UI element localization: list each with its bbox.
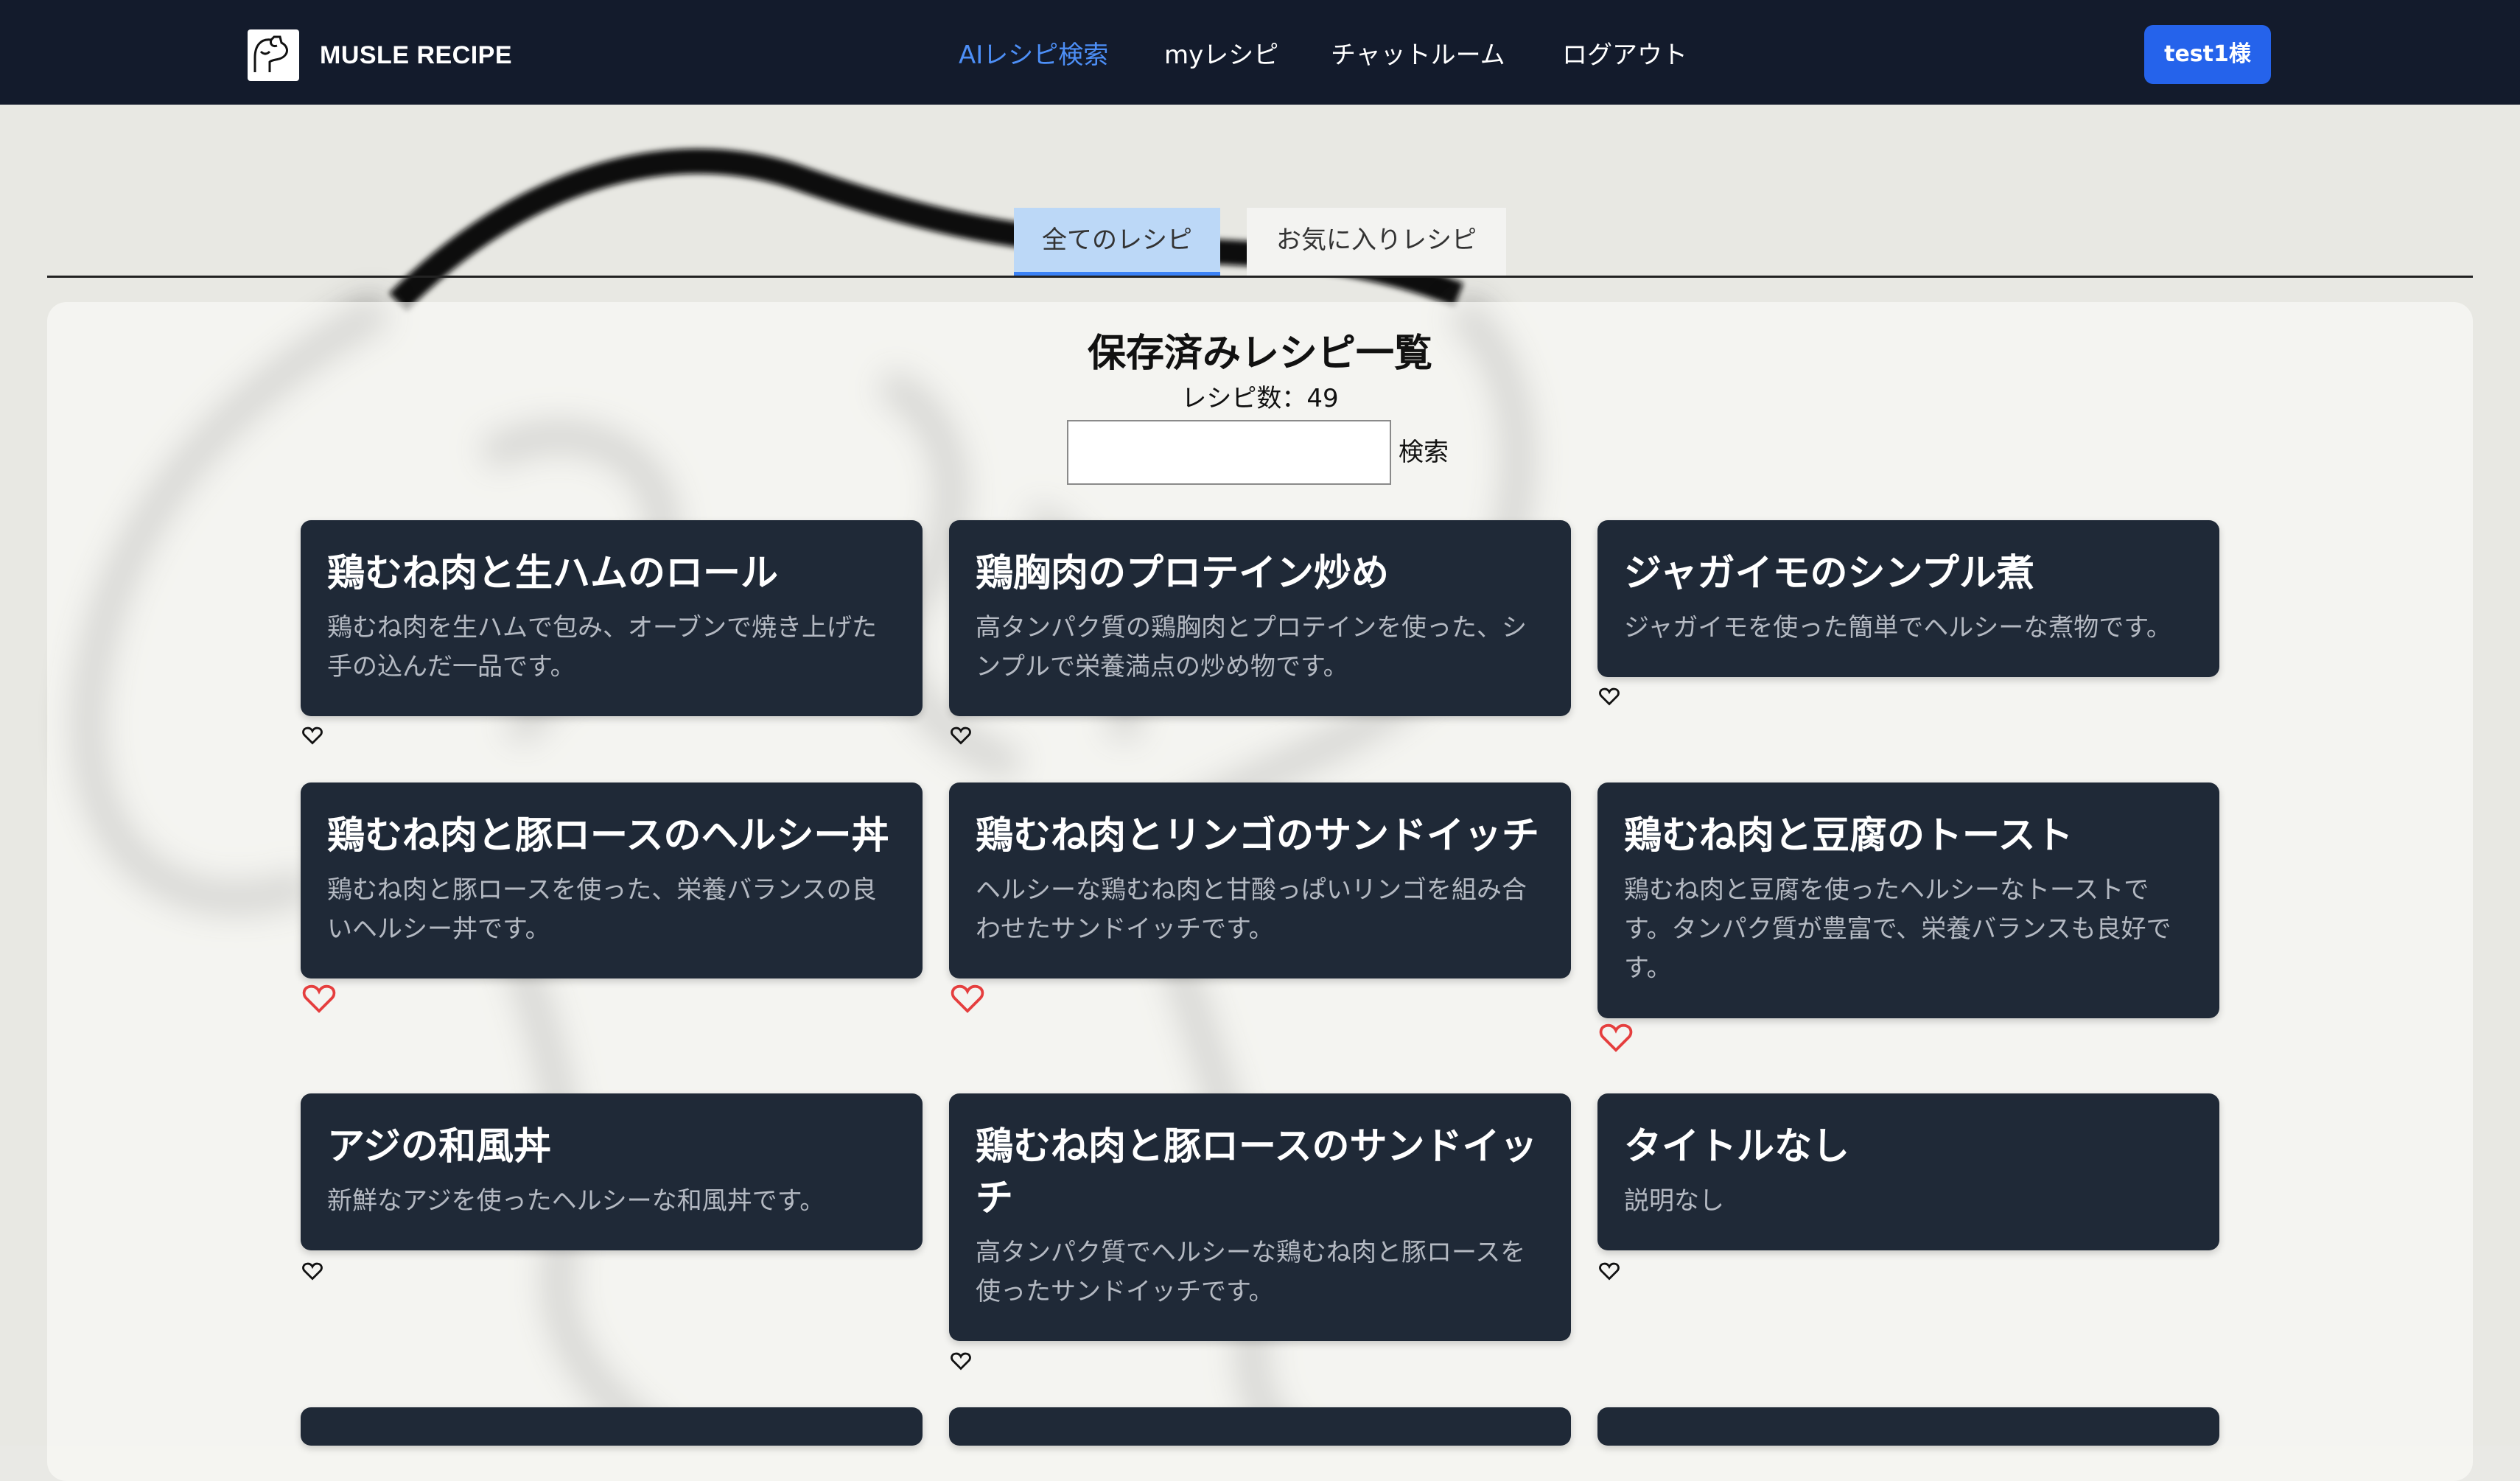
heart-icon-favorited[interactable] — [302, 983, 336, 1014]
tab-all-recipes[interactable]: 全てのレシピ — [1014, 208, 1220, 276]
recipe-card-partial[interactable] — [1597, 1407, 2219, 1446]
recipe-title: ジャガイモのシンプル煮 — [1624, 552, 2034, 595]
heart-icon-favorited[interactable] — [951, 983, 984, 1014]
heart-icon[interactable] — [951, 726, 971, 745]
recipe-description: 高タンパク質でヘルシーな鶏むね肉と豚ロースを使ったサンドイッチです。 — [976, 1238, 1526, 1306]
recipe-count: レシピ数：49 — [1181, 384, 1339, 413]
heart-icon[interactable] — [1599, 1261, 1620, 1281]
top-navbar: MUSLE RECIPE AIレシピ検索 myレシピ チャットルーム ログアウト… — [0, 0, 2520, 105]
recipe-title: 鶏むね肉と豚ロースのサンドイッチ — [976, 1125, 1538, 1220]
recipe-card[interactable]: 鶏むね肉と豚ロースのヘルシー丼 鶏むね肉と豚ロースを使った、栄養バランスの良いヘ… — [301, 782, 923, 978]
recipe-card[interactable]: 鶏むね肉と豆腐のトースト 鶏むね肉と豆腐を使ったヘルシーなトーストです。タンパク… — [1597, 782, 2219, 1018]
recipe-description: 新鮮なアジを使ったヘルシーな和風丼です。 — [327, 1186, 825, 1216]
recipe-card[interactable]: 鶏むね肉と生ハムのロール 鶏むね肉を生ハムで包み、オーブンで焼き上げた手の込んだ… — [301, 520, 923, 716]
search-input[interactable] — [1067, 420, 1391, 485]
recipe-title: タイトルなし — [1624, 1125, 1850, 1169]
flexing-arm-icon[interactable] — [248, 29, 299, 81]
recipe-card[interactable]: ジャガイモのシンプル煮 ジャガイモを使った簡単でヘルシーな煮物です。 — [1597, 520, 2219, 677]
nav-link-ai-recipe-search[interactable]: AIレシピ検索 — [959, 37, 1108, 74]
heart-icon[interactable] — [951, 1351, 971, 1370]
recipe-description: ジャガイモを使った簡単でヘルシーな煮物です。 — [1624, 613, 2171, 643]
tab-divider — [47, 276, 2473, 278]
heart-icon[interactable] — [1599, 687, 1620, 706]
recipe-description: 説明なし — [1624, 1186, 1724, 1216]
recipe-card-partial[interactable] — [301, 1407, 923, 1446]
recipe-description: 高タンパク質の鶏胸肉とプロテインを使った、シンプルで栄養満点の炒め物です。 — [976, 613, 1527, 682]
heart-icon-favorited[interactable] — [1599, 1022, 1633, 1053]
recipe-card[interactable]: 鶏胸肉のプロテイン炒め 高タンパク質の鶏胸肉とプロテインを使った、シンプルで栄養… — [949, 520, 1571, 716]
recipe-title: 鶏むね肉と豚ロースのヘルシー丼 — [327, 814, 889, 858]
recipe-card[interactable]: 鶏むね肉と豚ロースのサンドイッチ 高タンパク質でヘルシーな鶏むね肉と豚ロースを使… — [949, 1093, 1571, 1341]
recipe-card[interactable]: アジの和風丼 新鮮なアジを使ったヘルシーな和風丼です。 — [301, 1093, 923, 1250]
recipe-card[interactable]: タイトルなし 説明なし — [1597, 1093, 2219, 1250]
recipe-title: 鶏胸肉のプロテイン炒め — [976, 552, 1390, 595]
recipe-description: ヘルシーな鶏むね肉と甘酸っぱいリンゴを組み合わせたサンドイッチです。 — [976, 875, 1527, 944]
nav-link-my-recipes[interactable]: myレシピ — [1164, 37, 1278, 74]
user-account-button[interactable]: test1様 — [2144, 25, 2271, 84]
tab-favorite-recipes[interactable]: お気に入りレシピ — [1247, 208, 1506, 276]
recipe-card[interactable]: 鶏むね肉とリンゴのサンドイッチ ヘルシーな鶏むね肉と甘酸っぱいリンゴを組み合わせ… — [949, 782, 1571, 978]
brand-name[interactable]: MUSLE RECIPE — [320, 37, 512, 74]
recipe-description: 鶏むね肉を生ハムで包み、オーブンで焼き上げた手の込んだ一品です。 — [327, 613, 877, 682]
page-title: 保存済みレシピ一覧 — [1087, 332, 1432, 376]
recipe-title: 鶏むね肉と豆腐のトースト — [1624, 814, 2073, 858]
search-button[interactable]: 検索 — [1399, 433, 1449, 472]
recipe-description: 鶏むね肉と豚ロースを使った、栄養バランスの良いヘルシー丼です。 — [327, 875, 877, 944]
recipe-title: 鶏むね肉とリンゴのサンドイッチ — [976, 814, 1540, 858]
recipe-description: 鶏むね肉と豆腐を使ったヘルシーなトーストです。タンパク質が豊富で、栄養バランスも… — [1624, 875, 2171, 983]
heart-icon[interactable] — [302, 1261, 323, 1281]
recipe-title: アジの和風丼 — [327, 1125, 551, 1169]
heart-icon[interactable] — [302, 726, 323, 745]
nav-link-chat-room[interactable]: チャットルーム — [1331, 37, 1505, 74]
recipe-card-partial[interactable] — [949, 1407, 1571, 1446]
recipe-title: 鶏むね肉と生ハムのロール — [327, 552, 779, 595]
nav-link-logout[interactable]: ログアウト — [1562, 37, 1687, 74]
